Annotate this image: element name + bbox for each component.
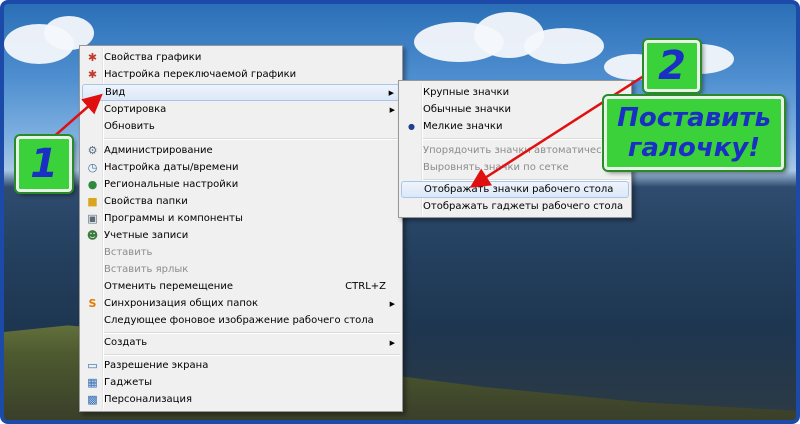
menu-item-label: Настройка даты/времени [104,162,239,173]
submenu-item-show-gadgets[interactable]: Отображать гаджеты рабочего стола [401,198,629,215]
menu-item-label: Следующее фоновое изображение рабочего с… [104,315,374,326]
menu-item-label: Отображать значки рабочего стола [424,184,614,195]
menu-item-graphics-properties[interactable]: ✱ Свойства графики [82,49,400,66]
submenu-arrow-icon: ▶ [389,338,395,347]
menu-item-label: Сортировка [104,104,167,115]
radio-selected-icon: ● [408,122,415,131]
menu-item-refresh[interactable]: Обновить [82,118,400,135]
annotation-callout: Поставить галочку! [604,96,784,170]
menu-item-label: Обновить [104,121,155,132]
menu-item-folder-options[interactable]: ■ Свойства папки [82,193,400,210]
menu-item-paste: Вставить [82,244,400,261]
sync-icon: S [88,297,97,310]
menu-item-date-time[interactable]: ◷ Настройка даты/времени [82,159,400,176]
menu-item-administration[interactable]: ⚙ Администрирование [82,142,400,159]
menu-item-label: Учетные записи [104,230,189,241]
callout-line-2: галочку! [627,133,761,163]
annotation-badge-2: 2 [644,40,700,92]
menu-item-personalization[interactable]: ▩ Персонализация [82,391,400,408]
menu-item-label: Гаджеты [104,377,153,388]
display-icon: ▭ [87,359,98,372]
users-icon: ☻ [86,229,99,242]
menu-item-label: Создать [104,337,148,348]
menu-item-label: Вставить ярлык [104,264,189,275]
submenu-item-small-icons[interactable]: ● Мелкие значки [401,118,629,135]
menu-item-switchable-graphics[interactable]: ✱ Настройка переключаемой графики [82,66,400,83]
submenu-arrow-icon: ▶ [388,88,394,97]
submenu-item-show-desktop-icons[interactable]: Отображать значки рабочего стола [401,181,629,198]
menu-item-create[interactable]: Создать ▶ [82,334,400,351]
menu-item-label: Разрешение экрана [104,360,209,371]
submenu-item-medium-icons[interactable]: Обычные значки [401,101,629,118]
menu-item-label: Свойства папки [104,196,188,207]
menu-item-label: Программы и компоненты [104,213,243,224]
submenu-item-align-grid: Выровнять значки по сетке [401,159,629,176]
menu-separator [104,138,400,140]
menu-item-paste-shortcut: Вставить ярлык [82,261,400,278]
badge-number: 1 [30,141,58,187]
menu-item-label: Упорядочить значки автоматически [423,145,615,156]
submenu-item-large-icons[interactable]: Крупные значки [401,84,629,101]
folder-options-icon: ■ [87,195,98,208]
menu-item-user-accounts[interactable]: ☻ Учетные записи [82,227,400,244]
desktop-context-menu: ✱ Свойства графики ✱ Настройка переключа… [79,45,403,412]
menu-item-gadgets[interactable]: ▦ Гаджеты [82,374,400,391]
clock-icon: ◷ [87,161,98,174]
menu-item-label: Региональные настройки [104,179,239,190]
submenu-arrow-icon: ▶ [389,105,395,114]
menu-item-label: Свойства графики [104,52,202,63]
menu-item-view[interactable]: Вид ▶ [82,84,400,101]
menu-separator [423,138,629,140]
shortcut-label: CTRL+Z [345,281,386,292]
menu-item-next-background[interactable]: Следующее фоновое изображение рабочего с… [82,312,400,329]
menu-item-screen-resolution[interactable]: ▭ Разрешение экрана [82,357,400,374]
menu-item-label: Обычные значки [423,104,512,115]
menu-item-label: Синхронизация общих папок [104,298,259,309]
gadgets-icon: ▦ [87,376,98,389]
submenu-arrow-icon: ▶ [389,299,395,308]
admin-tools-icon: ⚙ [87,144,98,157]
menu-item-label: Выровнять значки по сетке [423,162,569,173]
view-submenu: Крупные значки Обычные значки ● Мелкие з… [398,80,632,218]
menu-item-label: Администрирование [104,145,213,156]
menu-item-label: Отображать гаджеты рабочего стола [423,201,624,212]
menu-item-sync-folders[interactable]: S Синхронизация общих папок ▶ [82,295,400,312]
menu-item-programs[interactable]: ▣ Программы и компоненты [82,210,400,227]
callout-line-1: Поставить [617,103,771,133]
menu-item-label: Крупные значки [423,87,510,98]
menu-item-label: Отменить перемещение [104,281,233,292]
globe-icon: ● [87,178,98,191]
badge-number: 2 [658,43,686,89]
menu-separator [104,354,400,356]
cloud [524,28,604,64]
intel-graphics-icon: ✱ [87,68,98,81]
menu-item-label: Вставить [104,247,153,258]
annotation-badge-1: 1 [16,136,72,192]
submenu-item-auto-arrange: Упорядочить значки автоматически [401,142,629,159]
menu-item-regional[interactable]: ● Региональные настройки [82,176,400,193]
menu-item-label: Настройка переключаемой графики [104,69,297,80]
menu-item-undo-move[interactable]: Отменить перемещение CTRL+Z [82,278,400,295]
intel-graphics-icon: ✱ [87,51,98,64]
menu-item-label: Мелкие значки [423,121,503,132]
menu-item-label: Персонализация [104,394,192,405]
programs-icon: ▣ [87,212,98,225]
menu-item-label: Вид [105,87,126,98]
personalization-icon: ▩ [87,393,98,406]
menu-item-sort[interactable]: Сортировка ▶ [82,101,400,118]
